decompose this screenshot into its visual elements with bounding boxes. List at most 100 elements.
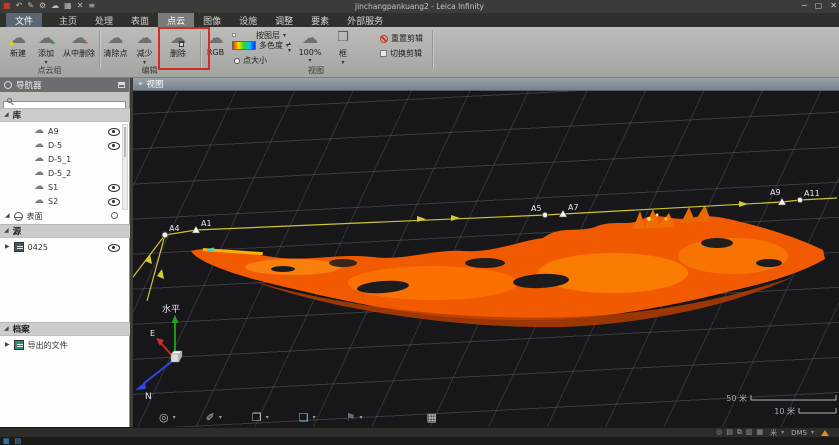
close-button[interactable]: ✕ [830,1,837,10]
caret-down-icon[interactable]: ▾ [173,415,176,420]
clear-points-button[interactable]: ☁ 清除点 [100,29,131,59]
tree-item-pointcloud[interactable]: ☁ D-5 [0,138,130,152]
box-clip-button[interactable]: ❒ 框 ▾ [330,29,356,65]
length-unit-dropdown[interactable]: 米 ▾ [770,428,784,438]
tree-item-pointcloud[interactable]: ☁ S2 [0,194,130,208]
rainbow-gradient-icon [232,41,256,50]
expand-closed-icon[interactable]: ▶ [5,244,10,250]
tree-item-exported-files[interactable]: ▶ 导出的文件 [0,338,130,352]
reset-clip-button[interactable]: 重置剪辑 [380,33,423,44]
tree-item-source-file[interactable]: ▶ 0425 [0,240,130,254]
taskbar-app-icon[interactable]: ▦ [3,437,10,445]
status-layers-icon[interactable]: ⧉ [737,428,742,437]
angle-unit-dropdown[interactable]: DMS ▾ [791,429,814,437]
new-dot-accent [10,42,14,46]
status-list-icon[interactable]: ▤ [726,428,733,437]
clip-box-tool-button[interactable]: ❒ ▾ [252,411,269,424]
zoom-caret-icon[interactable]: ▾ [308,58,311,63]
section-archive[interactable]: ◢ 档案 [0,322,130,336]
view-header: ⌖ 视图 [133,78,839,91]
tab-imaging[interactable]: 图像 [194,13,230,27]
group-label-view: 视图 [200,65,432,76]
expand-closed-icon[interactable]: ▶ [5,342,10,348]
add-to-pointcloud-button[interactable]: ☁+ 添加 ▾ [32,29,60,65]
toggle-clip-box-icon[interactable] [380,50,387,57]
point-size-spinner[interactable]: ▴ ▾ [288,41,291,53]
clip-box-icon: ❒ [252,411,262,424]
status-columns-icon[interactable]: ▥ [746,428,753,437]
multicolor-option[interactable]: 多色度 ▾ [232,40,289,51]
caret-down-icon: ▾ [811,429,814,436]
expand-open-icon[interactable]: ◢ [4,228,9,234]
pointcloud-mini-icon: ☁ [34,182,44,192]
eraser-tool-button[interactable]: ✐ ▾ [206,411,222,424]
tree-item-pointcloud[interactable]: ☁ A9 [0,124,130,138]
tab-surfaces[interactable]: 表面 [122,13,158,27]
caret-down-icon[interactable]: ▾ [266,415,269,420]
tab-point-cloud[interactable]: 点云 [158,13,194,27]
visibility-eye-icon[interactable] [108,243,119,251]
tab-infrastructure[interactable]: 设施 [230,13,266,27]
tab-adjustments[interactable]: 调整 [266,13,302,27]
visibility-eye-icon[interactable] [108,183,119,191]
point-marker [162,232,168,238]
caret-down-icon[interactable]: ▾ [219,415,222,420]
3d-viewport-canvas[interactable]: A4 A1 A5 A7 A9 A11 水平 [133,91,839,427]
section-library[interactable]: ◢ 库 [0,108,130,122]
marker-label: A5 [531,204,542,213]
reset-clip-icon [380,35,388,43]
status-target-icon[interactable]: ◎ [716,428,722,437]
zoom-cloud-icon: ☁ [302,30,318,46]
navigator-icon [4,81,12,89]
tab-processing[interactable]: 处理 [86,13,122,27]
point-marker [542,212,548,218]
pointcloud-mini-icon: ☁ [34,126,44,136]
flag-tool-button[interactable]: ⚑ ▾ [346,411,363,424]
marker-label: A9 [770,188,781,197]
toggle-clip-checkbox[interactable]: 切换剪辑 [380,48,422,59]
status-grid-icon[interactable]: ▦ [756,428,763,437]
visibility-eye-icon[interactable] [108,141,119,149]
tree-scrollbar[interactable] [122,124,128,210]
tab-services[interactable]: 外部服务 [338,13,392,27]
tab-home[interactable]: 主页 [50,13,86,27]
point-size-radio[interactable] [234,58,240,64]
maximize-button[interactable]: ▢ [815,1,823,10]
expand-open-icon[interactable]: ◢ [5,213,10,219]
view-window: ⌖ 视图 [133,78,839,427]
visibility-eye-icon[interactable] [108,127,119,135]
taskbar-app-icon[interactable]: ▤ [15,437,22,445]
cube-view-tool-button[interactable]: ❑ ▾ [299,411,316,424]
orbit-tool-button[interactable]: ◎ ▾ [159,411,176,424]
new-pointcloud-button[interactable]: ☁ 新建 [2,29,34,59]
zoom-percent-button[interactable]: ☁ 100% ▾ [295,29,325,63]
tree-node-surfaces[interactable]: ◢ 表面 [0,209,130,223]
viewport-toolbar: ◎ ▾ ✐ ▾ ❒ ▾ ❑ ▾ ⚑ ▾ [159,411,437,424]
remove-from-pointcloud-button[interactable]: ☁− 从中删除 [58,29,100,59]
dock-panel-icon[interactable] [118,82,125,88]
tree-item-pointcloud[interactable]: ☁ D-5_2 [0,166,130,180]
caret-down-icon[interactable]: ▾ [360,415,363,420]
spinner-up-icon[interactable]: ▴ [288,41,291,46]
caret-down-icon[interactable]: ▾ [313,415,316,420]
scalebar-small-label: 10 米 [774,406,795,416]
visibility-partial-icon[interactable] [111,212,118,219]
minimize-button[interactable]: ─ [802,1,807,10]
tab-features[interactable]: 要素 [302,13,338,27]
window-title: jinchangpankuang2 - Leica Infinity [0,2,839,11]
axis-gizmo: 水平 E N [135,303,182,402]
section-source[interactable]: ◢ 源 [0,224,130,238]
visibility-eye-icon[interactable] [108,197,119,205]
spinner-down-icon[interactable]: ▾ [288,48,291,53]
line-arrow-icon [451,215,460,221]
expand-open-icon[interactable]: ◢ [4,112,9,118]
tree-item-pointcloud[interactable]: ☁ D-5_1 [0,152,130,166]
grid-toggle-button[interactable]: ▦ [427,411,437,424]
expand-open-icon[interactable]: ◢ [4,326,9,332]
alert-icon[interactable] [821,430,829,436]
tab-file[interactable]: 文件 [6,13,42,27]
tree-item-pointcloud[interactable]: ☁ S1 [0,180,130,194]
pointcloud-mini-icon: ☁ [34,168,44,178]
axis-vertical-label: 水平 [162,303,180,315]
reduce-points-button[interactable]: ☁ 减少 ▾ [131,29,158,65]
